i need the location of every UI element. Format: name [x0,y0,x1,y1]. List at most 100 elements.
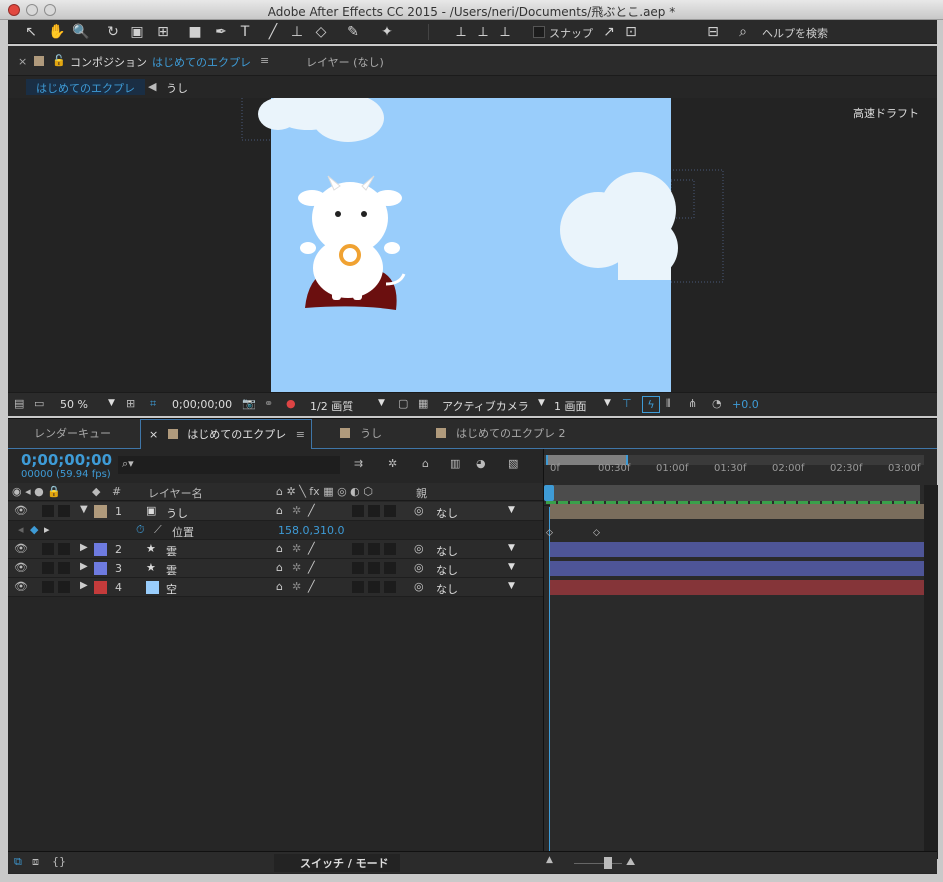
quality-switch-icon[interactable]: ╱ [308,504,315,517]
playhead-handle[interactable] [544,485,554,501]
breadcrumb-comp[interactable]: はじめてのエクプレ [26,79,145,95]
axis-world-icon[interactable]: ⟂ [474,23,492,41]
quality-switch-icon[interactable]: ╱ [308,561,315,574]
transparency-grid-icon[interactable]: ▦ [418,397,428,410]
channel-icon[interactable]: ● [286,397,296,410]
layer-duration-bar[interactable] [550,504,924,519]
layer-label-color[interactable] [94,562,107,575]
puppet-pin-tool-icon[interactable]: ✦ [378,23,396,41]
layer-duration-bar[interactable] [550,561,924,576]
parent-select[interactable]: なし [436,543,458,559]
timeline-graph-area[interactable]: 0f 00:30f 01:00f 01:30f 02:00f 02:30f 03:00f ◇… [543,449,938,859]
prev-keyframe-icon[interactable]: ◂ [18,523,24,536]
camera-select[interactable]: アクティブカメラ [442,398,529,414]
timeline-scrollbar[interactable] [924,485,938,859]
clone-stamp-tool-icon[interactable]: ⊥ [288,23,306,41]
pan-behind-tool-icon[interactable]: ⊞ [154,23,172,41]
snap-checkbox[interactable] [533,26,545,38]
search-icon[interactable]: ⌕ [734,23,752,41]
axis-view-icon[interactable]: ⟂ [496,23,514,41]
solo-toggle[interactable] [42,562,54,574]
parent-select[interactable]: なし [436,562,458,578]
layer-label-color[interactable] [94,581,107,594]
help-search-field[interactable]: ヘルプを検索 [762,25,828,41]
switch-cell[interactable] [384,581,396,593]
quality-switch-icon[interactable]: ╱ [308,542,315,555]
roto-brush-tool-icon[interactable]: ✎ [344,23,362,41]
monitor-icon[interactable]: ▭ [34,397,44,410]
keyframe-0[interactable]: ◇ [546,528,553,538]
switch-cell[interactable] [352,581,364,593]
switch-cell[interactable] [384,562,396,574]
comp-viewer[interactable]: 高速ドラフト [8,98,937,392]
collapse-switch-icon[interactable]: ✲ [292,561,301,574]
resolution-select[interactable]: 1/2 画質 [310,398,353,414]
zoom-tool-icon[interactable]: 🔍 [72,23,90,41]
layer-duration-bar[interactable] [550,542,924,557]
layer-row[interactable]: 👁 ▶ 4 空 ⌂ ✲ ╱ ◎ なし ▼ [8,578,543,597]
shy-icon[interactable]: ⌂ [422,457,429,470]
layer-duration-bar[interactable] [550,580,924,595]
parent-dropdown-icon[interactable]: ▼ [508,505,515,515]
views-select[interactable]: 1 画面 [554,398,587,414]
property-value[interactable]: 158.0,310.0 [278,524,344,537]
layer-row[interactable]: 👁 ▶ 3 ★ 雲 ⌂ ✲ ╱ ◎ なし ▼ [8,559,543,578]
lock-toggle[interactable] [58,581,70,593]
timeline-icon[interactable]: ⫴ [666,397,671,411]
breadcrumb-layer[interactable]: うし [166,80,188,96]
pickwhip-icon[interactable]: ◎ [414,580,424,593]
layer-name-column[interactable]: レイヤー名 [148,485,203,501]
grid-icon[interactable]: ⊞ [126,397,135,410]
expand-arrow-icon[interactable]: ▼ [80,504,88,515]
layer-name[interactable]: うし [166,505,188,521]
resolution-dropdown-icon[interactable]: ▼ [378,398,385,408]
selection-tool-icon[interactable]: ↖ [22,23,40,41]
solo-toggle[interactable] [42,543,54,555]
panel-menu-icon[interactable]: ≡ [260,54,269,67]
brush-tool-icon[interactable]: ╱ [264,23,282,41]
parent-select[interactable]: なし [436,505,458,521]
parent-select[interactable]: なし [436,581,458,597]
next-keyframe-icon[interactable]: ▸ [44,523,50,536]
region-of-interest-icon[interactable]: ▢ [398,397,408,410]
switch-cell[interactable] [352,562,364,574]
layer-name[interactable]: 空 [166,581,177,597]
eye-icon[interactable]: 👁 [14,542,28,555]
current-time-indicator[interactable] [549,507,550,859]
parent-dropdown-icon[interactable]: ▼ [508,581,515,591]
camera-dropdown-icon[interactable]: ▼ [538,398,545,408]
timeline-zoom-thumb[interactable] [604,857,612,869]
stopwatch-icon[interactable]: ⏱ [136,523,145,537]
shy-switch-icon[interactable]: ⌂ [276,580,283,593]
hand-tool-icon[interactable]: ✋ [48,23,66,41]
layer-search-input[interactable]: ⌕▾ [118,456,340,474]
expand-arrow-icon[interactable]: ▶ [80,561,88,572]
solo-toggle[interactable] [42,505,54,517]
comp-timecode[interactable]: 0;00;00;00 [172,398,232,411]
tab-layer[interactable]: レイヤー (なし) [306,54,384,70]
zoom-out-icon[interactable]: ▲ [546,855,553,865]
zoom-in-icon[interactable]: ⛰ [626,855,635,869]
add-keyframe-icon[interactable]: ◆ [30,523,38,536]
lock-icon[interactable]: 🔓 [52,54,66,67]
fast-preview-icon[interactable]: ϟ [642,396,660,413]
switch-cell[interactable] [352,543,364,555]
shy-switch-icon[interactable]: ⌂ [276,504,283,517]
work-area-bar[interactable] [546,485,920,501]
eraser-tool-icon[interactable]: ◇ [312,23,330,41]
show-snapshot-icon[interactable]: ⚭ [264,397,273,410]
parent-dropdown-icon[interactable]: ▼ [508,543,515,553]
panel-menu-icon[interactable]: ≡ [296,428,305,441]
layer-label-color[interactable] [94,543,107,556]
reset-exposure-icon[interactable]: ◔ [712,397,722,410]
expand-arrow-icon[interactable]: ▶ [80,580,88,591]
draft-3d-icon[interactable]: ✲ [388,457,397,470]
snap-edges-icon[interactable]: ↗ [600,23,618,41]
expand-arrow-icon[interactable]: ▶ [80,542,88,553]
eye-icon[interactable]: 👁 [14,580,28,593]
switch-cell[interactable] [384,505,396,517]
tab-composition[interactable]: はじめてのエクプレ [152,54,251,70]
timeline-zoom-slider[interactable] [574,863,622,864]
rotation-tool-icon[interactable]: ↻ [104,23,122,41]
close-icon[interactable]: × [18,55,27,68]
